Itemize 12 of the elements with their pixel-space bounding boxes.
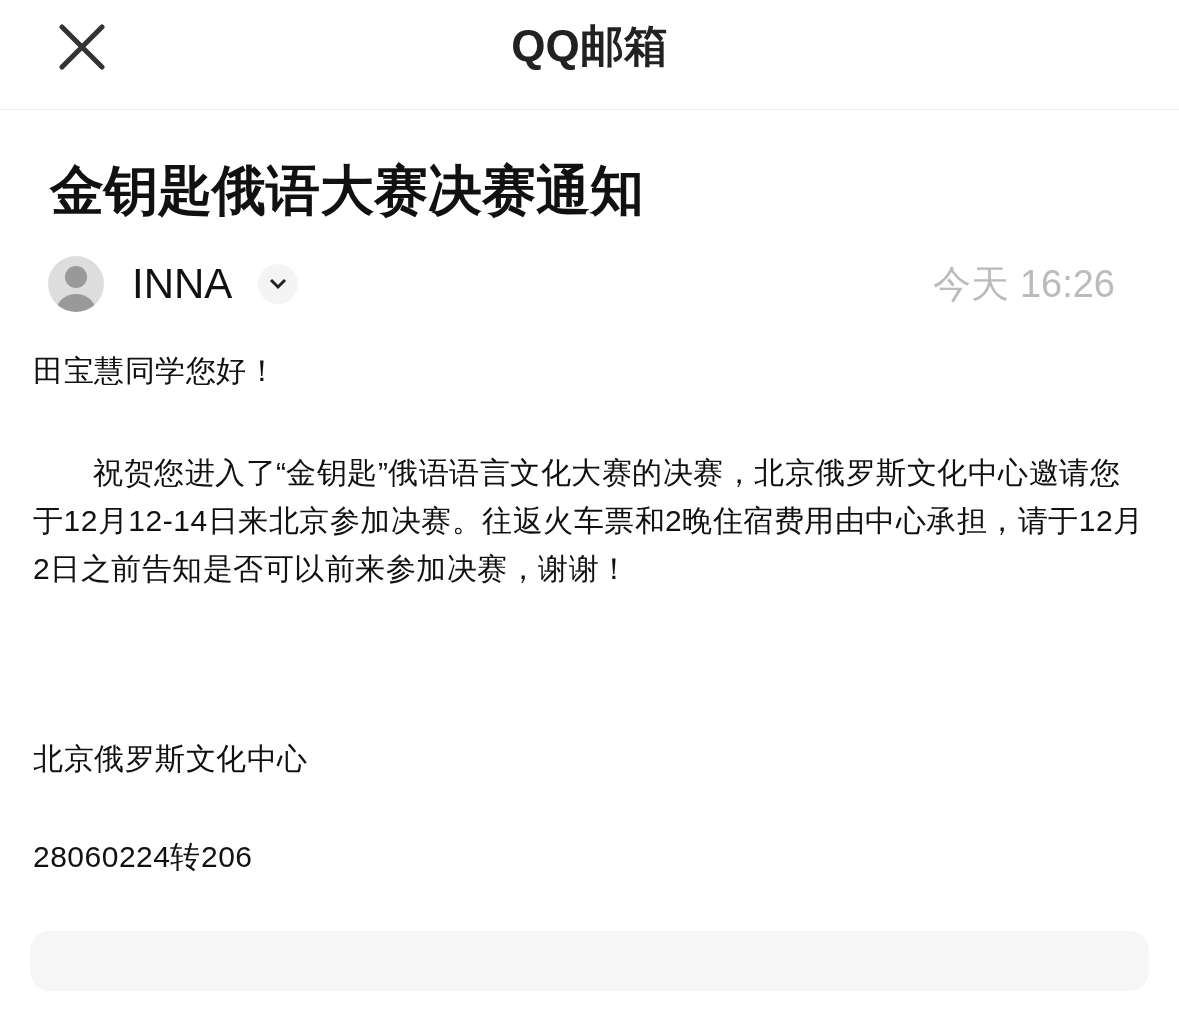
avatar-icon [48,256,104,312]
mail-subject: 金钥匙俄语大赛决赛通知 [48,159,645,222]
body-paragraph: 祝贺您进入了“金钥匙”俄语语言文化大赛的决赛，北京俄罗斯文化中心邀请您于12月12-14日来北京参加决赛。往返火车票和2晚住宿费用由中心承担，请于12月2日之前告知是否可以前来参加决赛，谢谢！ [33,455,1145,587]
expand-button[interactable] [258,264,299,304]
close-icon [59,24,105,70]
caret-icon [268,278,289,290]
mail-time: 今天 16:26 [933,261,1115,307]
app-title: QQ邮箱 [511,20,668,72]
signature-text: 北京俄罗斯文化中心 [33,741,309,777]
phone-number: 28060224转206 [33,839,254,875]
greeting-text: 田宝慧同学您好！ [33,353,278,389]
sender-name: INNA [132,260,233,308]
